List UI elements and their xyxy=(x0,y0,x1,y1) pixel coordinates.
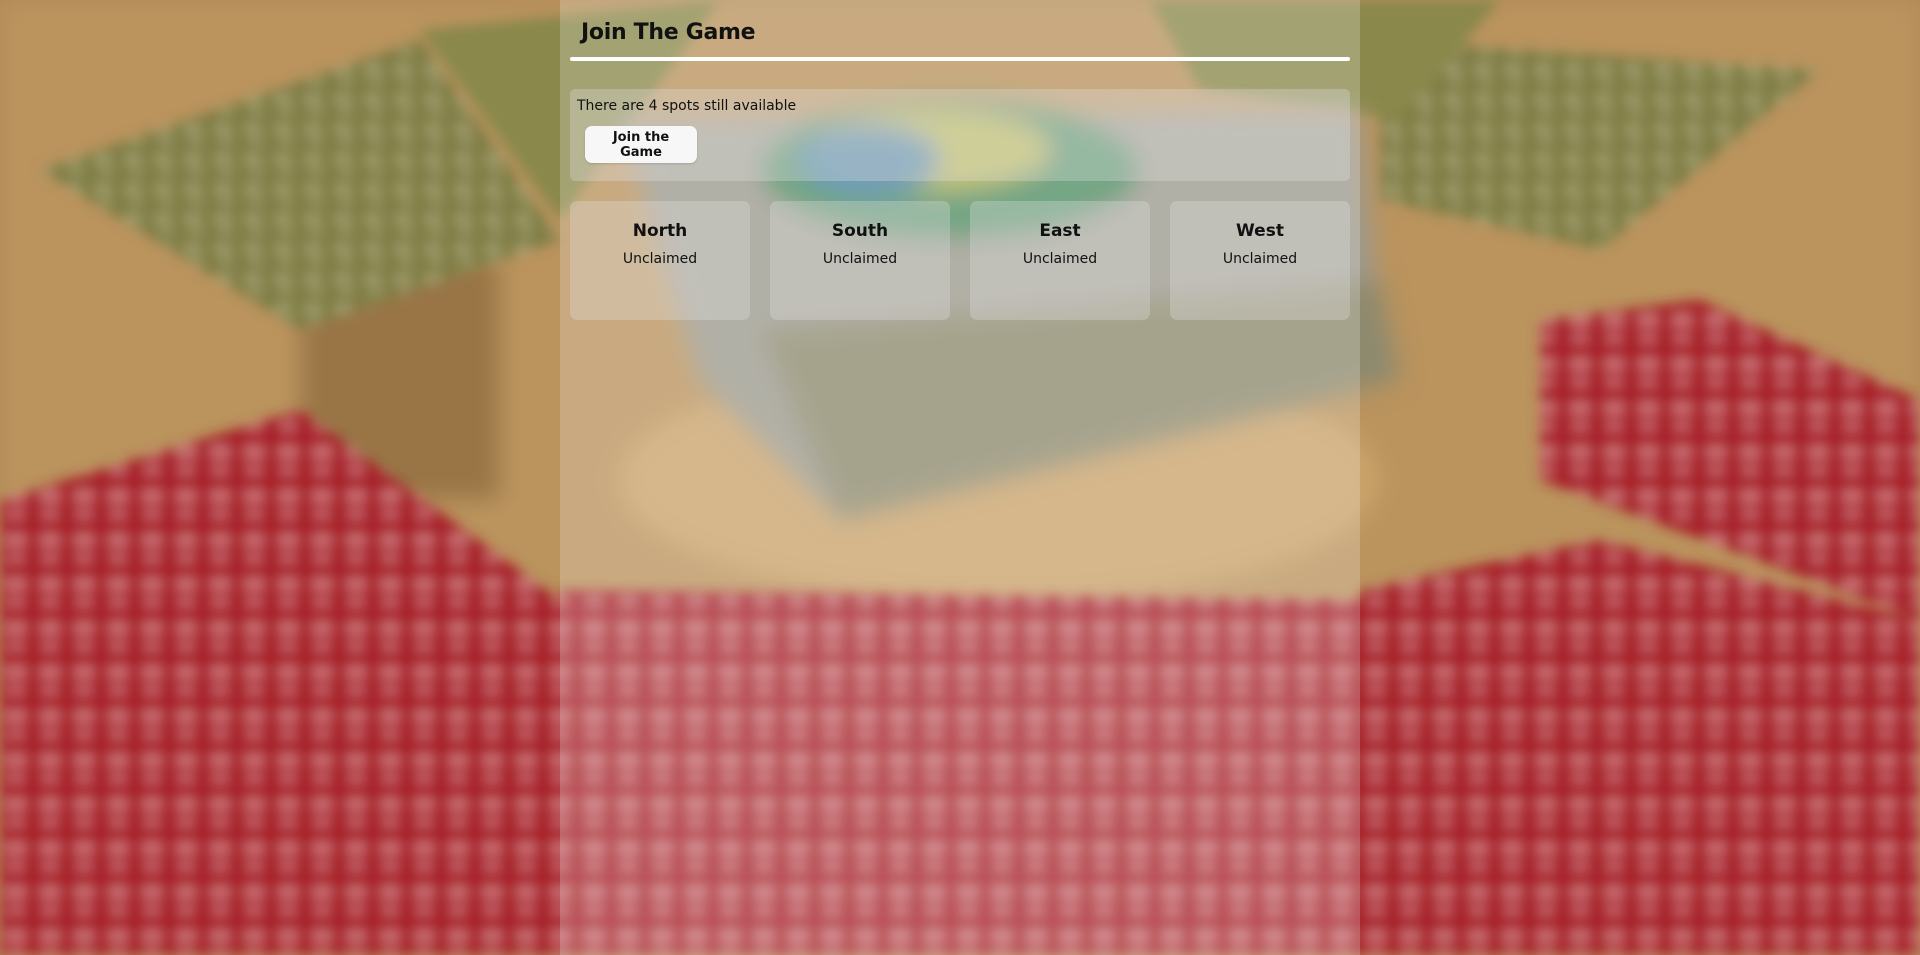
seat-name: West xyxy=(1236,221,1284,241)
availability-message: There are 4 spots still available xyxy=(577,98,797,114)
seat-name: South xyxy=(831,221,889,241)
title-divider xyxy=(570,57,1350,61)
seat-card-east: East Unclaimed xyxy=(970,201,1150,320)
seat-card-north: North Unclaimed xyxy=(570,201,750,320)
availability-card: There are 4 spots still available Join t… xyxy=(570,89,1350,181)
seat-status: Unclaimed xyxy=(622,251,698,267)
seat-status: Unclaimed xyxy=(1222,251,1298,267)
seat-card-west: West Unclaimed xyxy=(1170,201,1350,320)
seat-status: Unclaimed xyxy=(822,251,898,267)
seat-status: Unclaimed xyxy=(1022,251,1098,267)
page-title: Join The Game xyxy=(581,20,756,45)
join-panel: Join The Game There are 4 spots still av… xyxy=(560,0,1360,955)
join-panel-content: Join The Game There are 4 spots still av… xyxy=(570,0,1350,320)
join-game-button[interactable]: Join the Game xyxy=(585,126,697,163)
seat-name: North xyxy=(632,221,688,241)
seat-list: North Unclaimed South Unclaimed East Unc… xyxy=(570,201,1350,320)
seat-card-south: South Unclaimed xyxy=(770,201,950,320)
seat-name: East xyxy=(1039,221,1081,241)
